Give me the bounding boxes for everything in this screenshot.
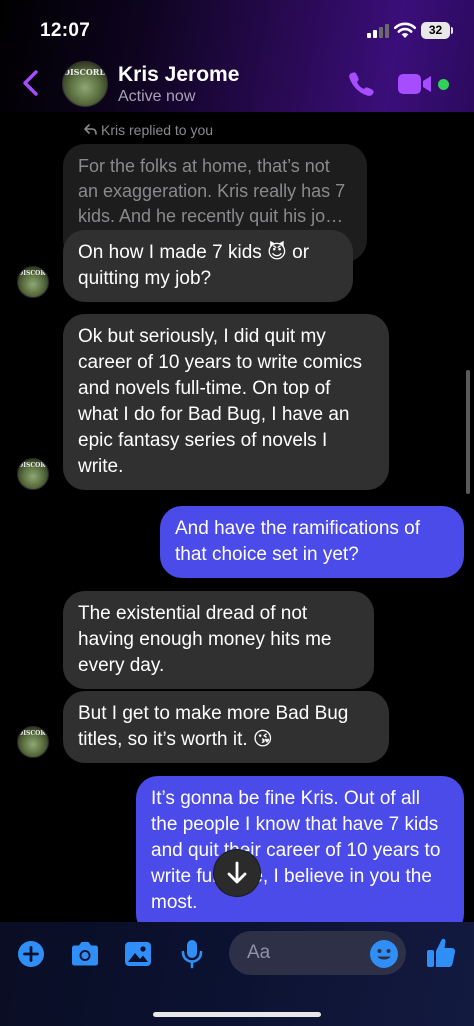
reply-indicator: Kris replied to you bbox=[84, 122, 213, 138]
incoming-message[interactable]: But I get to make more Bad Bug titles, s… bbox=[63, 691, 389, 763]
chat-header: 12:07 32 DISCORDIA Kris Jerome Active no… bbox=[0, 0, 474, 112]
incoming-message[interactable]: The existential dread of not having enou… bbox=[63, 591, 374, 689]
battery-indicator: 32 bbox=[421, 22, 453, 39]
message-thread[interactable]: Kris replied to you For the folks at hom… bbox=[0, 112, 474, 922]
phone-icon[interactable] bbox=[346, 70, 376, 98]
avatar-logo-text: DISCORDIA bbox=[18, 730, 48, 737]
incoming-message[interactable]: Ok but seriously, I did quit my career o… bbox=[63, 314, 389, 490]
avatar-logo-text: DISCORDIA bbox=[63, 67, 107, 77]
reply-arrow-icon bbox=[84, 124, 97, 135]
contact-status: Active now bbox=[118, 88, 196, 105]
online-status-dot bbox=[438, 79, 449, 90]
cellular-signal-icon bbox=[367, 24, 389, 38]
sender-avatar[interactable]: DISCORDIA bbox=[17, 458, 49, 490]
reply-indicator-text: Kris replied to you bbox=[101, 122, 214, 138]
incoming-message[interactable]: On how I made 7 kids 😈 or quitting my jo… bbox=[63, 230, 353, 302]
sender-avatar[interactable]: DISCORDIA bbox=[17, 266, 49, 298]
outgoing-message[interactable]: It’s gonna be fine Kris. Out of all the … bbox=[136, 776, 464, 922]
thumbs-up-icon[interactable] bbox=[425, 936, 457, 970]
plus-icon[interactable] bbox=[17, 940, 45, 968]
avatar-logo-text: DISCORDIA bbox=[18, 270, 48, 277]
image-icon[interactable] bbox=[123, 939, 153, 969]
contact-avatar[interactable]: DISCORDIA bbox=[62, 61, 108, 107]
outgoing-message[interactable]: And have the ramifications of that choic… bbox=[160, 506, 464, 578]
camera-icon[interactable] bbox=[69, 940, 101, 968]
message-composer bbox=[0, 922, 474, 1026]
emoji-icon[interactable] bbox=[369, 939, 399, 969]
microphone-icon[interactable] bbox=[180, 938, 204, 970]
sender-avatar[interactable]: DISCORDIA bbox=[17, 726, 49, 758]
back-icon[interactable] bbox=[18, 68, 44, 98]
wifi-icon bbox=[393, 22, 417, 38]
scrollbar[interactable] bbox=[466, 370, 470, 494]
status-time: 12:07 bbox=[40, 20, 91, 41]
home-indicator[interactable] bbox=[153, 1012, 321, 1017]
avatar-logo-text: DISCORDIA bbox=[18, 462, 48, 469]
video-icon[interactable] bbox=[397, 72, 433, 96]
arrow-down-icon bbox=[227, 861, 247, 884]
contact-name[interactable]: Kris Jerome bbox=[118, 63, 239, 87]
scroll-to-bottom-button[interactable] bbox=[214, 850, 260, 896]
